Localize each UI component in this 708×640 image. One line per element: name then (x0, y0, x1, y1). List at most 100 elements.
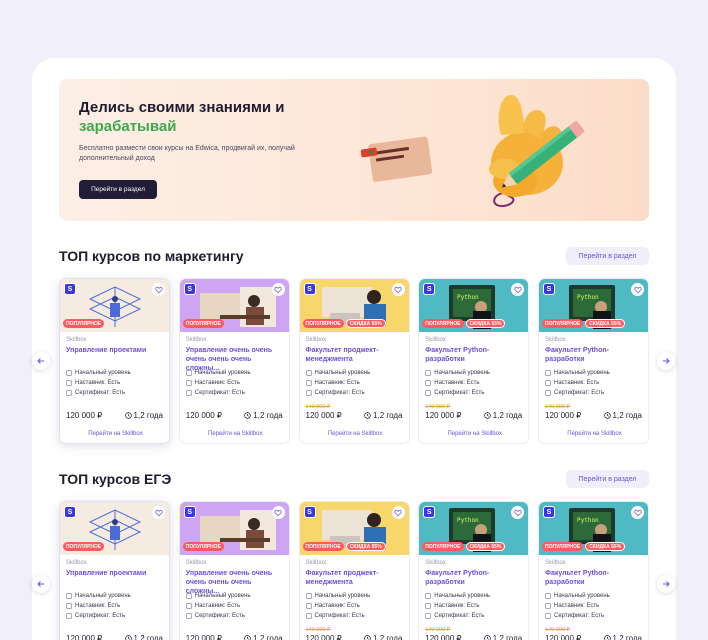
course-price: 120 000 ₽ (185, 634, 222, 640)
course-price: 120 000 ₽ (66, 411, 103, 420)
course-name[interactable]: Управление очень очень очень очень очень… (186, 346, 286, 373)
arrow-left-icon (37, 358, 44, 364)
level-icon (185, 593, 192, 599)
course-feature: Наставник: Есть (425, 380, 480, 386)
certificate-icon (425, 613, 432, 619)
course-feature: Сертификат: Есть (185, 390, 245, 396)
old-price: 140 000 ₽ (425, 404, 451, 410)
course-name[interactable]: Факультет Python-разработки (545, 569, 645, 587)
discount-badge: СКИДКА 55% (345, 319, 386, 328)
popular-badge: ПОПУЛЯРНОЕ (542, 542, 584, 551)
course-name[interactable]: Факультет проджект-менеджмента (306, 569, 406, 587)
course-name[interactable]: Факультет Python-разработки (425, 569, 525, 587)
course-name[interactable]: Управление проектами (66, 569, 166, 578)
carousel-prev-button[interactable] (32, 352, 50, 370)
heart-icon (274, 509, 282, 516)
course-duration: 1,2 года (124, 634, 163, 640)
course-feature: Сертификат: Есть (305, 613, 365, 619)
carousel-next-button[interactable] (657, 575, 675, 593)
course-duration: 1,2 года (484, 634, 522, 640)
course-feature: Начальный уровень (185, 370, 251, 376)
course-tags: ПОПУЛЯРНОЕ СКИДКА 55% (302, 319, 386, 328)
old-price: 140 000 ₽ (425, 627, 451, 633)
course-feature: Наставник: Есть (425, 603, 480, 609)
clock-icon (603, 412, 611, 419)
course-feature: Начальный уровень (66, 593, 131, 599)
clock-icon (244, 412, 252, 419)
go-to-school-link[interactable]: Перейти на Skillbox (180, 431, 289, 437)
section-ege-go-button[interactable]: Перейти в раздел (566, 470, 649, 488)
level-icon (305, 593, 312, 599)
favorite-button[interactable] (271, 506, 285, 519)
course-tags: ПОПУЛЯРНОЕ (182, 319, 225, 328)
school-logo-badge: S (64, 283, 76, 295)
old-price: 140 000 ₽ (545, 627, 570, 633)
school-logo-badge: S (64, 506, 76, 518)
course-feature: Наставник: Есть (66, 380, 120, 386)
go-to-school-link[interactable]: Перейти на Skillbox (539, 431, 648, 437)
mentor-icon (425, 603, 432, 609)
favorite-button[interactable] (152, 283, 165, 296)
certificate-icon (66, 390, 72, 396)
hand-pencil-illustration (360, 95, 585, 207)
course-card[interactable]: Python S ПОПУЛЯРНОЕ СКИДКА 55% Skillbox Факул… (418, 501, 530, 640)
carousel-next-button[interactable] (657, 352, 675, 370)
school-name: Skillbox (66, 337, 87, 343)
favorite-button[interactable] (631, 506, 644, 519)
course-tags: ПОПУЛЯРНОЕ СКИДКА 55% (422, 319, 506, 328)
course-price: 120 000 ₽ (545, 634, 582, 640)
course-price: 120 000 ₽ (425, 634, 462, 640)
favorite-button[interactable] (631, 283, 644, 296)
arrow-left-icon (37, 581, 44, 587)
go-to-school-link[interactable]: Перейти на Skillbox (60, 431, 169, 437)
course-feature: Наставник: Есть (305, 380, 360, 386)
course-card[interactable]: Python S ПОПУЛЯРНОЕ СКИДКА 55% Skillbox Факул… (418, 278, 530, 444)
course-card[interactable]: Python S ПОПУЛЯРНОЕ СКИДКА 55% Skillbox Факул… (538, 278, 649, 444)
school-name: Skillbox (425, 337, 446, 343)
course-name[interactable]: Факультет Python-разработки (545, 346, 645, 364)
course-feature: Начальный уровень (66, 370, 131, 376)
course-feature: Наставник: Есть (185, 380, 240, 386)
favorite-button[interactable] (152, 506, 165, 519)
go-to-school-link[interactable]: Перейти на Skillbox (419, 431, 528, 437)
course-tags: ПОПУЛЯРНОЕ (182, 542, 225, 551)
favorite-button[interactable] (391, 283, 405, 296)
course-name[interactable]: Факультет Python-разработки (425, 346, 525, 364)
mentor-icon (66, 603, 72, 609)
go-to-school-link[interactable]: Перейти на Skillbox (300, 431, 409, 437)
popular-badge: ПОПУЛЯРНОЕ (302, 319, 344, 328)
course-tags: ПОПУЛЯРНОЕ СКИДКА 55% (302, 542, 386, 551)
course-price: 120 000 ₽ (185, 411, 222, 420)
promo-go-button[interactable]: Перейти в раздел (79, 180, 157, 199)
school-logo-badge: S (183, 283, 196, 295)
promo-title-accent: зарабатывай (79, 118, 177, 135)
school-logo-badge: S (183, 506, 196, 518)
level-icon (185, 370, 192, 376)
popular-badge: ПОПУЛЯРНОЕ (63, 319, 105, 328)
favorite-button[interactable] (391, 506, 405, 519)
course-card[interactable]: S ПОПУЛЯРНОЕ Skillbox Управление проектами Н… (59, 278, 170, 444)
svg-text:Python: Python (457, 294, 479, 301)
course-card[interactable]: S ПОПУЛЯРНОЕ Skillbox Управление проектами Н… (59, 501, 170, 640)
course-feature: Сертификат: Есть (425, 613, 484, 619)
course-name[interactable]: Управление проектами (66, 346, 166, 355)
course-card[interactable]: S ПОПУЛЯРНОЕ СКИДКА 55% Skillbox Факультет п… (298, 278, 410, 444)
heart-icon (394, 509, 402, 516)
course-duration: 1,2 года (364, 634, 403, 640)
course-name[interactable]: Факультет проджект-менеджмента (306, 346, 406, 364)
course-card[interactable]: S ПОПУЛЯРНОЕ Skillbox Управление очень очен… (178, 501, 290, 640)
section-marketing-go-button[interactable]: Перейти в раздел (566, 247, 649, 265)
course-name[interactable]: Управление очень очень очень очень очень… (186, 569, 286, 596)
course-duration: 1,2 года (364, 411, 403, 420)
heart-icon (274, 286, 282, 293)
course-duration: 1,2 года (603, 634, 642, 640)
course-duration: 1,2 года (124, 411, 163, 420)
level-icon (66, 593, 72, 599)
course-card[interactable]: S ПОПУЛЯРНОЕ СКИДКА 55% Skillbox Факультет п… (298, 501, 410, 640)
carousel-prev-button[interactable] (32, 575, 50, 593)
course-feature: Сертификат: Есть (425, 390, 484, 396)
course-card[interactable]: S ПОПУЛЯРНОЕ Skillbox Управление очень очен… (178, 278, 290, 444)
course-card[interactable]: Python S ПОПУЛЯРНОЕ СКИДКА 55% Skillbox Факул… (538, 501, 649, 640)
favorite-button[interactable] (271, 283, 285, 296)
course-feature: Сертификат: Есть (185, 613, 245, 619)
